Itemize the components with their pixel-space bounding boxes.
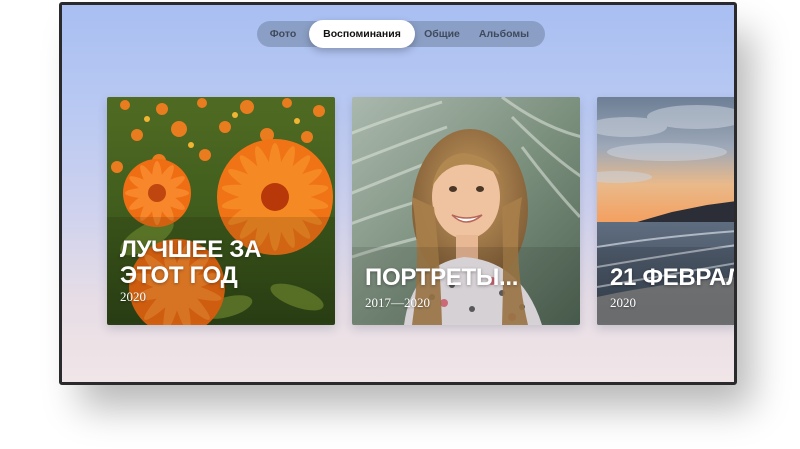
tab-shared[interactable]: Общие	[415, 21, 469, 47]
memory-years: 2017—2020	[365, 295, 430, 310]
memory-years: 2020	[120, 289, 146, 304]
tv-screen: Фото Воспоминания Общие Альбомы ЛУЧШЕЕ З…	[59, 2, 737, 385]
memory-title: ЛУЧШЕЕ ЗА ЭТОТ ГОД	[120, 236, 262, 289]
memory-title: ПОРТРЕТЫ...	[365, 264, 519, 291]
tab-photos[interactable]: Фото	[257, 21, 309, 47]
tab-bar: Фото Воспоминания Общие Альбомы	[257, 20, 545, 48]
tab-albums[interactable]: Альбомы	[469, 21, 539, 47]
bottom-glow	[62, 322, 734, 382]
memory-card-best-of-year[interactable]: ЛУЧШЕЕ ЗА ЭТОТ ГОД 2020	[107, 97, 335, 325]
memory-card-portraits[interactable]: ПОРТРЕТЫ... 2017—2020	[352, 97, 580, 325]
tab-memories[interactable]: Воспоминания	[309, 20, 415, 48]
memory-title: 21 ФЕВРАЛЯ	[610, 264, 734, 291]
memory-card-february-21[interactable]: 21 ФЕВРАЛЯ 2020	[597, 97, 734, 325]
memory-years: 2020	[610, 295, 636, 310]
